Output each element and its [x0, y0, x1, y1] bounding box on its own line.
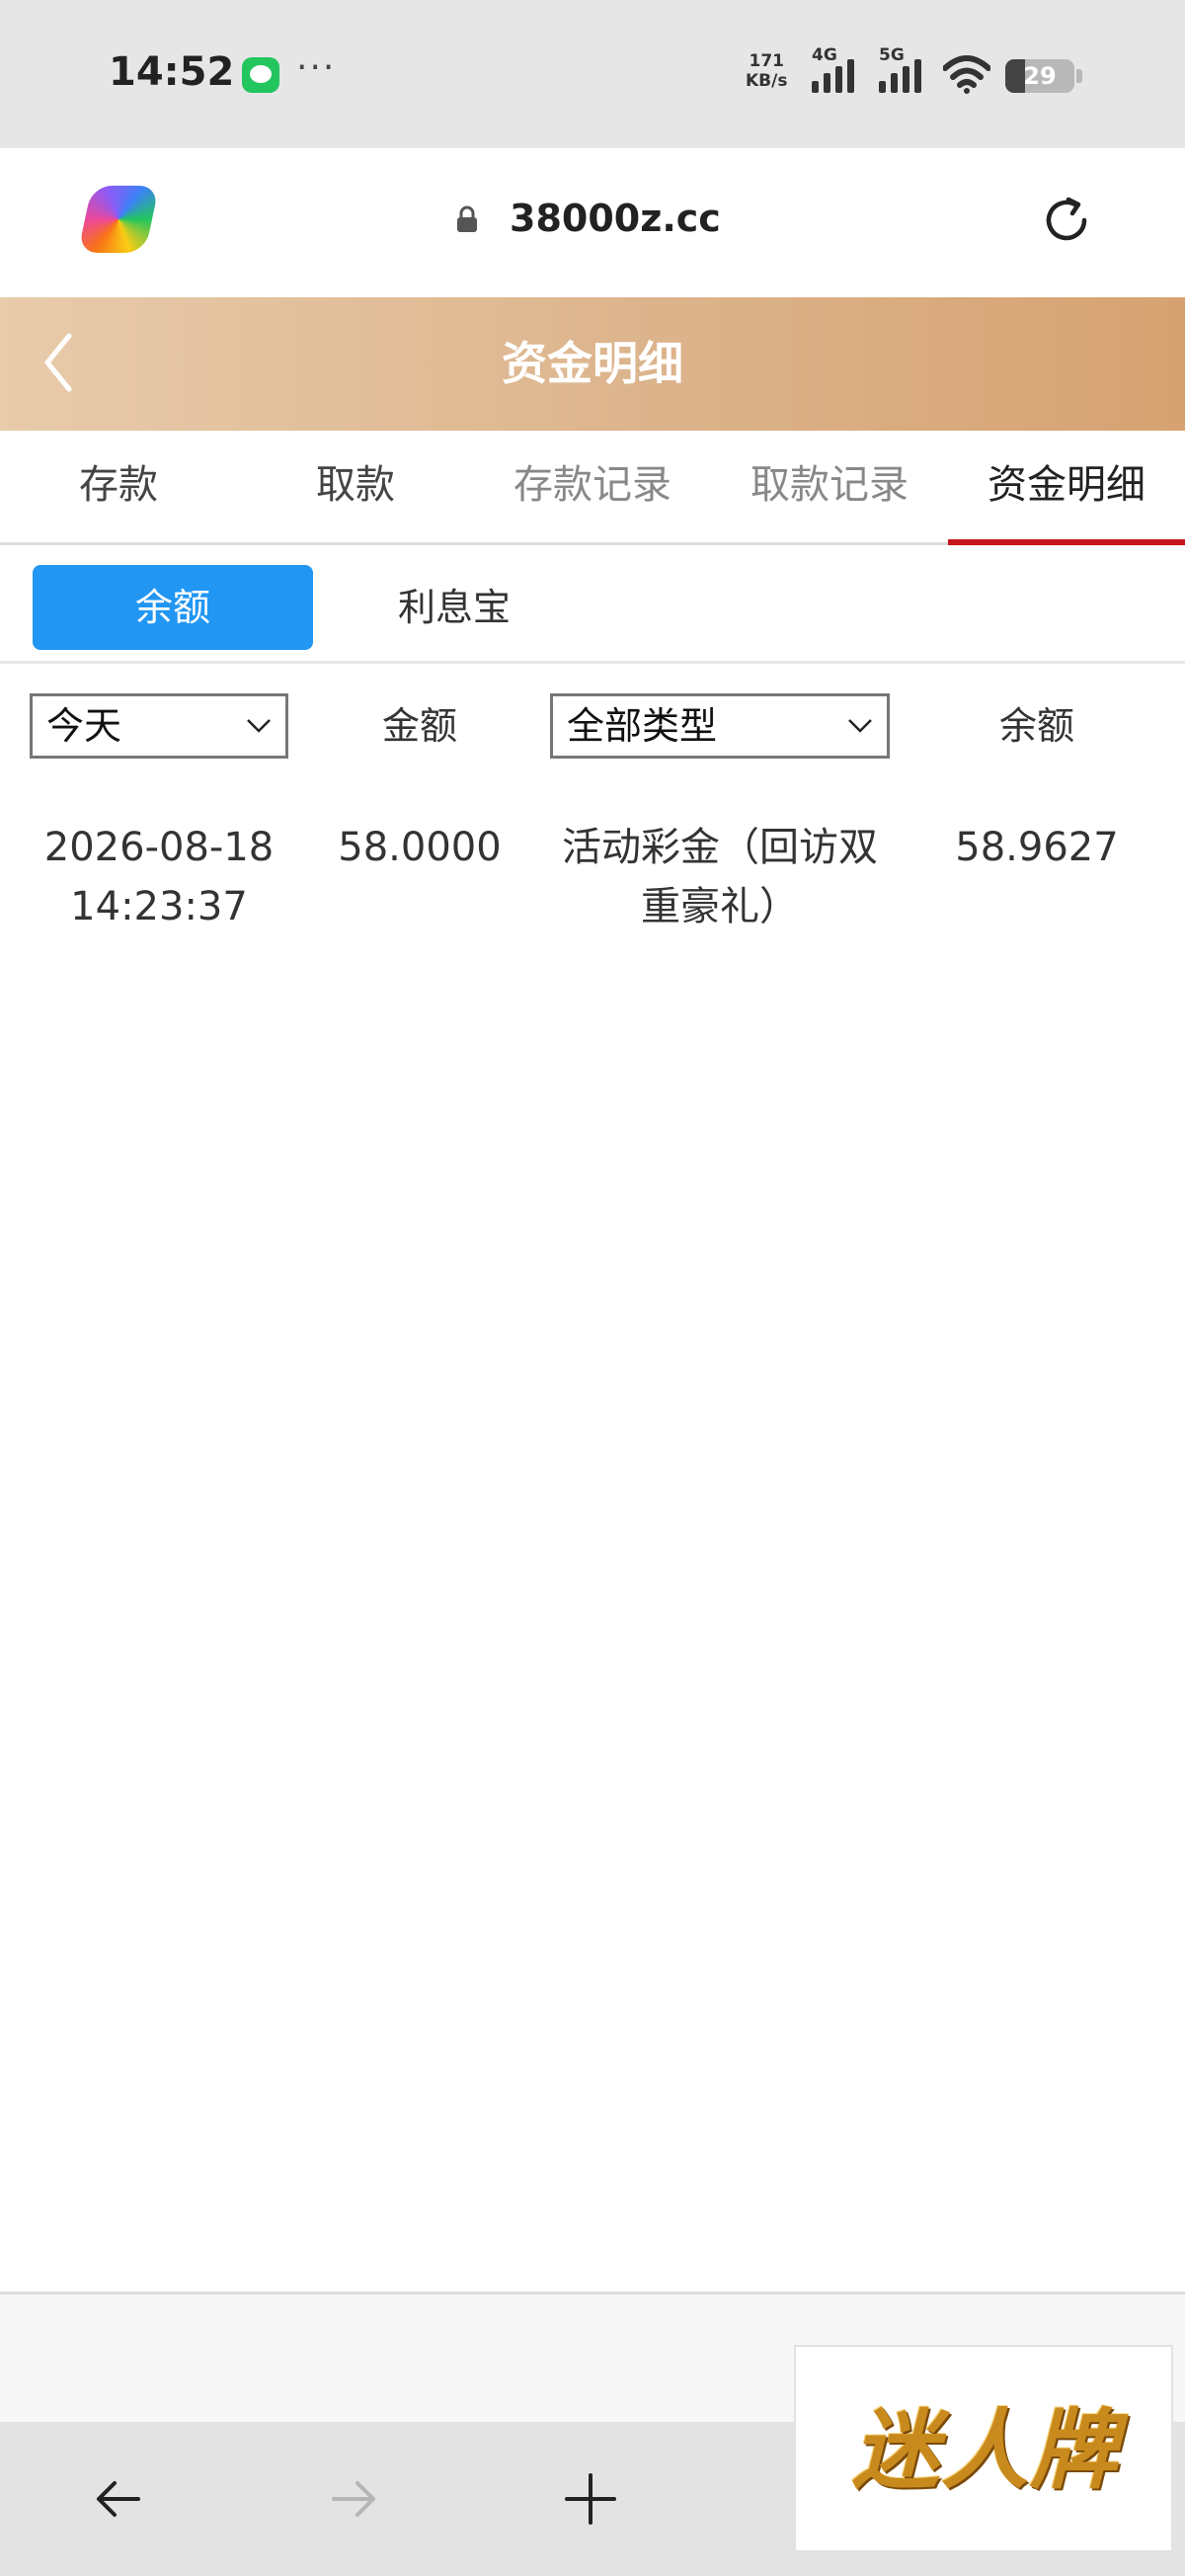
subtab-interest[interactable]: 利息宝 — [356, 565, 553, 650]
record-amount: 58.0000 — [338, 825, 502, 870]
tab-deposit-records[interactable]: 存款记录 — [474, 431, 711, 542]
tab-withdraw[interactable]: 取款 — [237, 431, 474, 542]
address-bar[interactable]: 38000z.cc — [36, 163, 1149, 276]
subtab-balance[interactable]: 余额 — [33, 565, 313, 650]
ad-banner-text: 迷人牌 — [851, 2399, 1119, 2501]
back-chevron-icon[interactable] — [40, 330, 79, 395]
battery-level: 29 — [1023, 62, 1057, 90]
record-time: 14:23:37 — [70, 884, 248, 929]
url-text[interactable]: 38000z.cc — [510, 197, 721, 240]
reload-icon[interactable] — [1037, 191, 1096, 250]
wifi-icon — [943, 55, 990, 94]
record-datetime: 2026-08-18 14:23:37 — [20, 818, 298, 936]
browser-logo-icon[interactable] — [77, 186, 160, 253]
battery-icon: 29 — [1005, 59, 1082, 93]
chevron-down-icon — [247, 719, 271, 733]
network-speed-unit: KB/s — [746, 71, 788, 91]
type-filter-select[interactable]: 全部类型 — [550, 693, 890, 759]
status-time: 14:52 — [109, 49, 235, 95]
record-balance: 58.9627 — [955, 825, 1119, 870]
new-tab-plus-icon[interactable] — [553, 2461, 628, 2536]
back-arrow-icon[interactable] — [81, 2461, 156, 2536]
record-type-line1: 活动彩金（回访双 — [562, 825, 878, 870]
record-type: 活动彩金（回访双 重豪礼） — [550, 818, 890, 936]
signal-bars-icon — [879, 59, 921, 93]
network-speed: 171 KB/s — [746, 51, 787, 91]
record-date: 2026-08-18 — [43, 825, 275, 870]
forward-arrow-icon[interactable] — [316, 2461, 391, 2536]
tab-bar: 存款 取款 存款记录 取款记录 资金明细 — [0, 431, 1185, 545]
column-header-amount: 金额 — [381, 704, 457, 748]
signal-bars-icon — [812, 59, 854, 93]
floating-ad-banner[interactable]: 迷人牌 — [794, 2345, 1173, 2552]
network-speed-value: 171 — [749, 51, 784, 71]
date-filter-select[interactable]: 今天 — [30, 693, 288, 759]
status-bar: 14:52 ··· 171 KB/s 4G 5G 29 — [0, 0, 1185, 148]
subtab-bar: 余额 利息宝 — [0, 545, 1185, 664]
column-header-balance: 余额 — [998, 704, 1074, 748]
tab-fund-details[interactable]: 资金明细 — [948, 431, 1185, 545]
tab-deposit[interactable]: 存款 — [0, 431, 237, 542]
tab-withdraw-records[interactable]: 取款记录 — [711, 431, 948, 542]
date-filter-value: 今天 — [46, 704, 122, 748]
record-type-line2: 重豪礼） — [641, 884, 799, 929]
chevron-down-icon — [848, 719, 872, 733]
message-icon — [242, 57, 279, 93]
more-dots-icon: ··· — [296, 47, 337, 88]
type-filter-value: 全部类型 — [567, 704, 718, 748]
page-header: 资金明细 — [0, 297, 1185, 431]
lock-icon — [457, 205, 477, 232]
page-title: 资金明细 — [502, 337, 683, 390]
